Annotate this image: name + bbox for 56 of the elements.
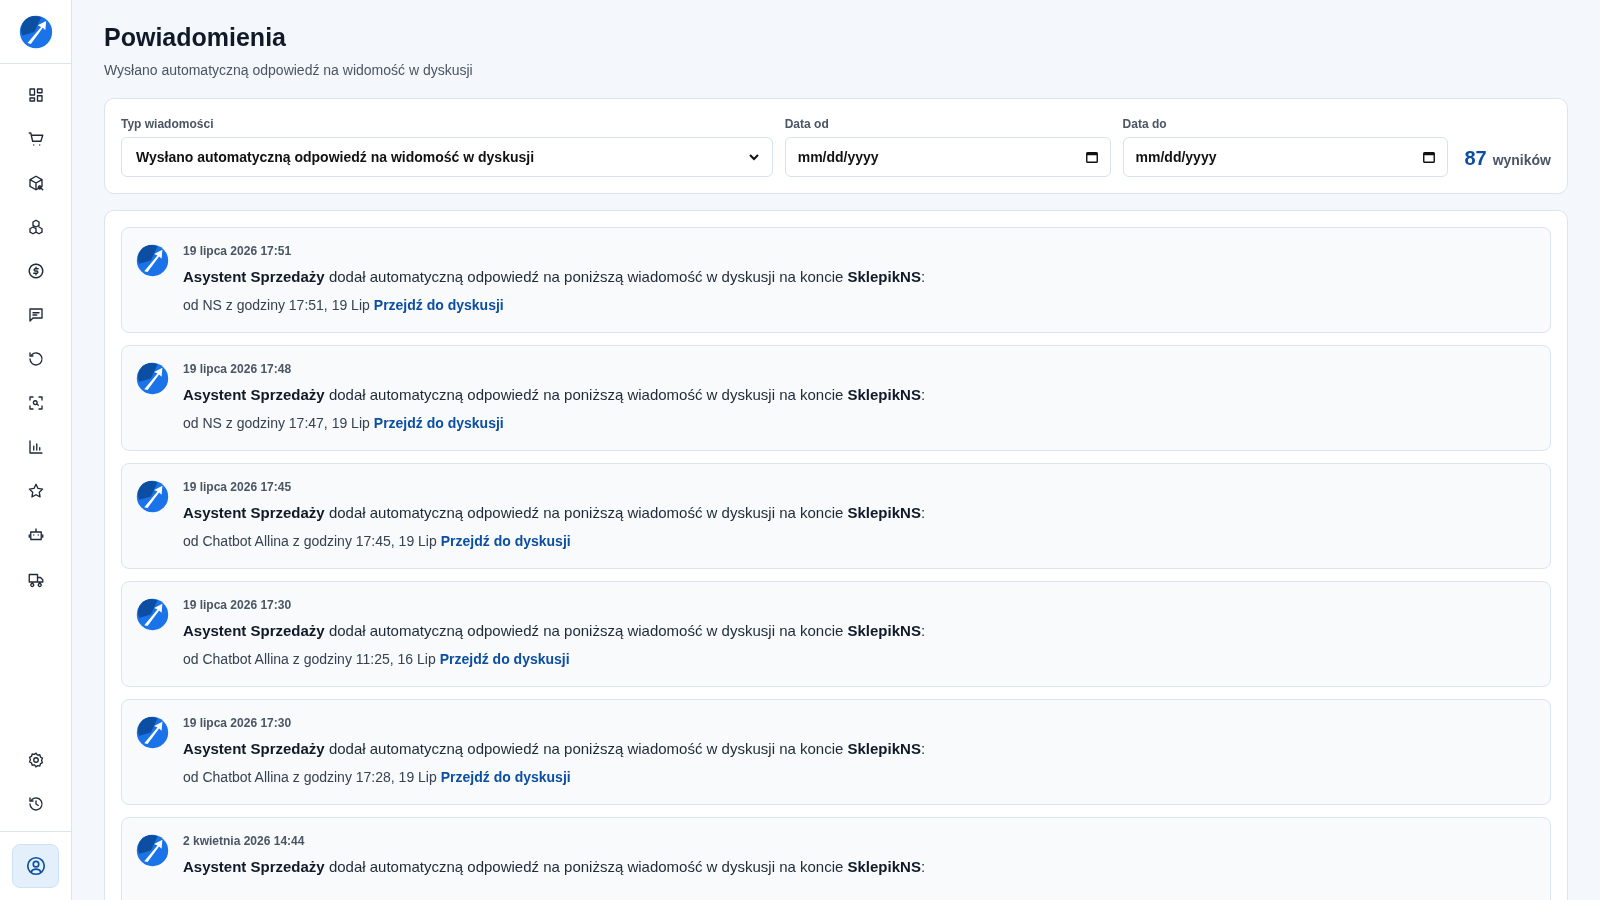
caret-icon xyxy=(747,151,760,163)
notification-date: 19 lipca 2026 17:45 xyxy=(183,480,293,494)
chat-icon xyxy=(26,306,45,324)
notification-message: Asystent Sprzedaży dodał automatyczną odpowiedź na poniższą wiadomość w dyskusji na koncie SklepikNS: xyxy=(183,858,926,875)
assistant-avatar-icon xyxy=(136,362,169,395)
discussion-link[interactable]: Przejdź do dyskusji xyxy=(373,415,504,431)
notification-details: od NS z godziny 17:51, 19 Lip xyxy=(183,297,370,313)
user-icon xyxy=(24,855,47,877)
notification-message: Asystent Sprzedaży dodał automatyczną odpowiedź na poniższą wiadomość w dyskusji na koncie SklepikNS: xyxy=(183,740,926,757)
notification-date: 19 lipca 2026 17:51 xyxy=(183,244,293,258)
page-title: Powiadomienia xyxy=(104,23,287,52)
notification-details: od NS z godziny 17:47, 19 Lip xyxy=(183,415,370,431)
field-label: Typ wiadomości xyxy=(121,117,215,131)
discussion-link[interactable]: Przejdź do dyskusji xyxy=(440,769,571,785)
notification-date: 19 lipca 2026 17:30 xyxy=(183,598,293,612)
notification-date: 2 kwietnia 2026 14:44 xyxy=(183,834,306,848)
notification-date: 19 lipca 2026 17:48 xyxy=(183,362,293,376)
notification-details: od Chatbot Allina z godziny 17:45, 19 Lip xyxy=(183,533,437,549)
page-subtitle: Wysłano automatyczną odpowiedź na widomość w dyskusji xyxy=(104,62,474,78)
coin-icon xyxy=(26,262,45,280)
result-count-label: wyników xyxy=(1492,151,1551,170)
package-icon xyxy=(26,174,45,192)
chart-icon xyxy=(26,438,45,456)
message-type-select[interactable]: Wysłano automatyczną odpowiedź na widomość w dyskusji xyxy=(121,137,773,177)
boxes-icon xyxy=(26,218,45,236)
account-button[interactable] xyxy=(12,844,59,888)
settings-icon xyxy=(26,751,45,769)
result-count: 87 xyxy=(1464,146,1487,171)
assistant-avatar-icon xyxy=(136,244,169,277)
discussion-link[interactable]: Przejdź do dyskusji xyxy=(373,297,504,313)
cart-icon xyxy=(26,130,45,148)
dashboard-icon xyxy=(26,86,45,104)
field-label: Data do xyxy=(1122,117,1168,131)
discussion-link[interactable]: Przejdź do dyskusji xyxy=(439,651,570,667)
history-icon xyxy=(26,795,45,813)
refresh-icon xyxy=(26,350,45,368)
field-label: Data od xyxy=(784,117,830,131)
calendar-icon[interactable] xyxy=(1084,150,1099,164)
star-icon xyxy=(26,482,45,500)
scan-icon xyxy=(26,394,45,412)
notification-date: 19 lipca 2026 17:30 xyxy=(183,716,293,730)
notification-message: Asystent Sprzedaży dodał automatyczną odpowiedź na poniższą wiadomość w dyskusji na koncie SklepikNS: xyxy=(183,386,926,403)
assistant-avatar-icon xyxy=(136,598,169,631)
calendar-icon[interactable] xyxy=(1422,150,1437,164)
assistant-avatar-icon xyxy=(136,716,169,749)
notification-message: Asystent Sprzedaży dodał automatyczną odpowiedź na poniższą wiadomość w dyskusji na koncie SklepikNS: xyxy=(183,504,926,521)
date-from-field[interactable]: mm/dd/yyyy xyxy=(784,137,1111,177)
notification-details: od Chatbot Allina z godziny 17:28, 19 Lip xyxy=(183,769,437,785)
date-to-field[interactable]: mm/dd/yyyy xyxy=(1122,137,1449,177)
discussion-link[interactable]: Przejdź do dyskusji xyxy=(440,533,571,549)
notification-message: Asystent Sprzedaży dodał automatyczną odpowiedź na poniższą wiadomość w dyskusji na koncie SklepikNS: xyxy=(183,622,926,639)
assistant-avatar-icon xyxy=(136,480,169,513)
notification-details: od Chatbot Allina z godziny 11:25, 16 Lip xyxy=(183,651,436,667)
notification-message: Asystent Sprzedaży dodał automatyczną odpowiedź na poniższą wiadomość w dyskusji na koncie SklepikNS: xyxy=(183,268,926,285)
assistant-avatar-icon xyxy=(136,834,169,867)
logo-icon[interactable] xyxy=(18,14,53,49)
